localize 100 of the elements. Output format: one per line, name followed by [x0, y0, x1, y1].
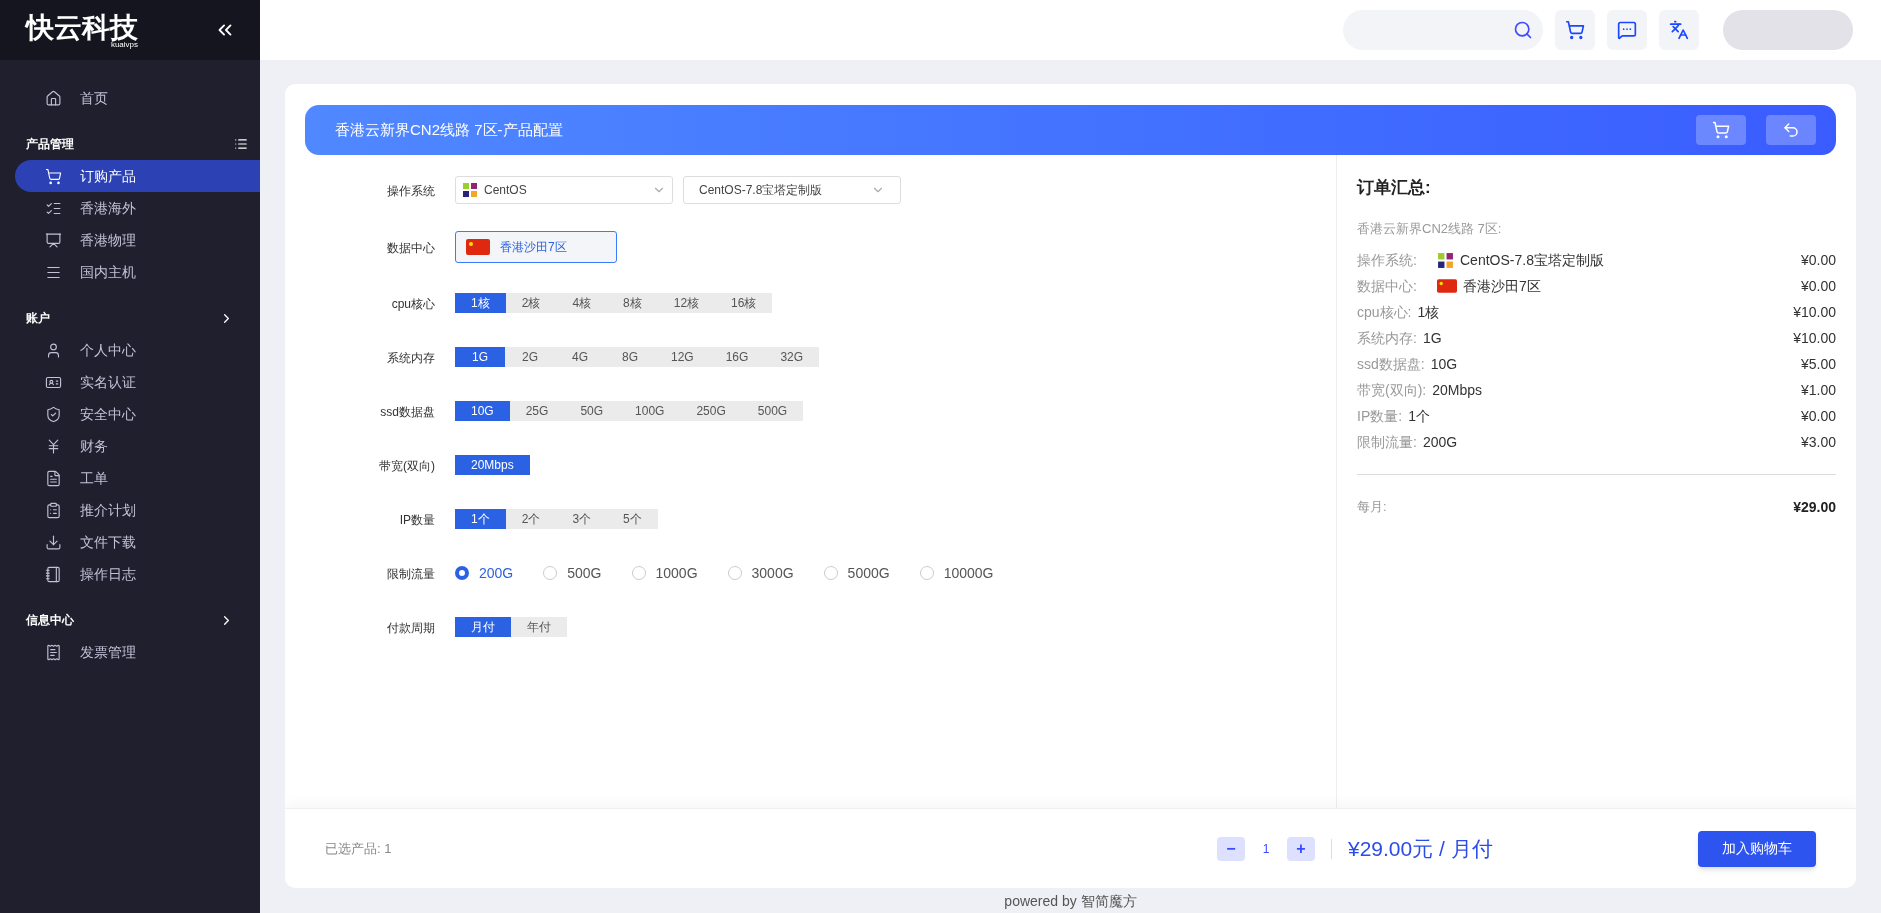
option-button[interactable]: 3个: [556, 509, 608, 529]
option-button[interactable]: 250G: [680, 401, 742, 421]
message-button[interactable]: [1607, 10, 1647, 50]
field-label: 操作系统: [387, 184, 435, 198]
sidebar-item[interactable]: 个人中心: [15, 334, 260, 366]
field-label: cpu核心: [391, 297, 435, 311]
summary-price: ¥0.00: [1800, 276, 1836, 296]
select-value: CentOS-7.8宝塔定制版: [699, 182, 824, 199]
option-button[interactable]: 12核: [657, 293, 716, 313]
summary-value: 香港沙田7区: [1463, 276, 1541, 296]
translate-icon: [1669, 20, 1689, 40]
datacenter-option[interactable]: 香港沙田7区: [455, 231, 617, 263]
back-button[interactable]: [1766, 115, 1816, 145]
option-button[interactable]: 10G: [455, 401, 510, 421]
sidebar-item[interactable]: 财务: [15, 430, 260, 462]
option-button[interactable]: 1核: [455, 293, 506, 313]
summary-price: ¥10.00: [1793, 328, 1836, 348]
cart-button[interactable]: [1555, 10, 1595, 50]
sidebar-item[interactable]: 首页: [15, 82, 260, 114]
language-button[interactable]: [1659, 10, 1699, 50]
summary-price: ¥10.00: [1793, 302, 1836, 322]
logo-text: 快云科技: [26, 11, 138, 43]
section-title: 产品管理: [26, 136, 74, 153]
list-icon[interactable]: [234, 137, 248, 151]
radio-option[interactable]: 3000G: [727, 562, 794, 584]
flag-icon: [1437, 279, 1457, 293]
option-button[interactable]: 25G: [509, 401, 565, 421]
option-button[interactable]: 4核: [556, 293, 608, 313]
option-button[interactable]: 12G: [655, 347, 710, 367]
radio-option[interactable]: 10000G: [919, 562, 994, 584]
field-label: 付款周期: [387, 621, 435, 635]
footer-price: ¥29.00元 / 月付: [1348, 835, 1494, 862]
sidebar-item[interactable]: 香港物理: [15, 224, 260, 256]
sidebar-item[interactable]: 发票管理: [15, 636, 260, 668]
option-button[interactable]: 20Mbps: [455, 455, 530, 475]
summary-label: cpu核心:: [1357, 302, 1412, 322]
add-to-cart-button[interactable]: 加入购物车: [1698, 830, 1816, 867]
option-button[interactable]: 16核: [715, 293, 773, 313]
field-label: 带宽(双向): [379, 459, 435, 473]
banner-title: 香港云新界CN2线路 7区-产品配置: [335, 119, 563, 140]
field-label: 系统内存: [387, 351, 435, 365]
clipboard-icon: [45, 501, 62, 519]
summary-price: ¥1.00: [1800, 380, 1836, 400]
option-button[interactable]: 2个: [505, 509, 557, 529]
cart-button[interactable]: [1696, 115, 1746, 145]
search-field[interactable]: [1343, 10, 1543, 50]
presentation-icon: [45, 231, 62, 249]
decrease-button[interactable]: −: [1217, 836, 1245, 861]
version-select[interactable]: CentOS-7.8宝塔定制版: [683, 176, 901, 204]
summary-value: 10G: [1430, 354, 1458, 374]
option-button[interactable]: 100G: [619, 401, 681, 421]
receipt-icon: [45, 643, 62, 661]
chat-icon: [1617, 20, 1637, 40]
cart-icon: [1565, 20, 1585, 40]
option-button[interactable]: 4G: [555, 347, 605, 367]
sidebar-item[interactable]: 订购产品: [15, 160, 260, 192]
sidebar-item[interactable]: 香港海外: [15, 192, 260, 224]
total-label: 每月:: [1357, 498, 1387, 516]
option-button[interactable]: 32G: [764, 347, 820, 367]
os-select[interactable]: CentOS: [455, 176, 673, 204]
os-logo-icon: [1437, 251, 1454, 269]
field-label: 限制流量: [387, 567, 435, 581]
notebook-icon: [45, 565, 62, 583]
summary-label: IP数量:: [1357, 406, 1403, 426]
option-button[interactable]: 8核: [607, 293, 658, 313]
option-button[interactable]: 月付: [455, 617, 511, 637]
summary-value: 20Mbps: [1432, 380, 1483, 400]
radio-option[interactable]: 500G: [543, 562, 602, 584]
summary-label: 系统内存:: [1357, 328, 1417, 348]
sidebar-item[interactable]: 国内主机: [15, 256, 260, 288]
summary-value: 1核: [1417, 302, 1440, 322]
sidebar-item[interactable]: 操作日志: [15, 558, 260, 590]
option-button[interactable]: 年付: [511, 617, 567, 637]
radio-option[interactable]: 200G: [455, 562, 514, 584]
option-button[interactable]: 5个: [607, 509, 658, 529]
summary-label: 带宽(双向):: [1357, 380, 1427, 400]
document-icon: [45, 469, 62, 487]
option-button[interactable]: 8G: [605, 347, 655, 367]
radio-option[interactable]: 5000G: [823, 562, 890, 584]
section-title: 账户: [26, 310, 50, 327]
sidebar-item[interactable]: 工单: [15, 462, 260, 494]
option-button[interactable]: 1个: [455, 509, 506, 529]
sidebar-item[interactable]: 推介计划: [15, 494, 260, 526]
sidebar-item[interactable]: 文件下载: [15, 526, 260, 558]
product-name: 香港云新界CN2线路 7区:: [1357, 219, 1502, 238]
sidebar-item[interactable]: 实名认证: [15, 366, 260, 398]
sidebar-item[interactable]: 安全中心: [15, 398, 260, 430]
option-button[interactable]: 2G: [505, 347, 555, 367]
flag-icon: [466, 239, 490, 255]
option-button[interactable]: 50G: [564, 401, 620, 421]
total-price: ¥29.00: [1793, 498, 1836, 517]
increase-button[interactable]: +: [1287, 836, 1315, 861]
option-button[interactable]: 2核: [505, 293, 557, 313]
cart-icon: [1712, 121, 1730, 139]
summary-label: ssd数据盘:: [1357, 354, 1425, 374]
radio-option[interactable]: 1000G: [631, 562, 698, 584]
selected-count: 已选产品: 1: [325, 839, 393, 858]
option-button[interactable]: 16G: [709, 347, 765, 367]
option-button[interactable]: 1G: [455, 347, 505, 367]
option-button[interactable]: 500G: [741, 401, 804, 421]
